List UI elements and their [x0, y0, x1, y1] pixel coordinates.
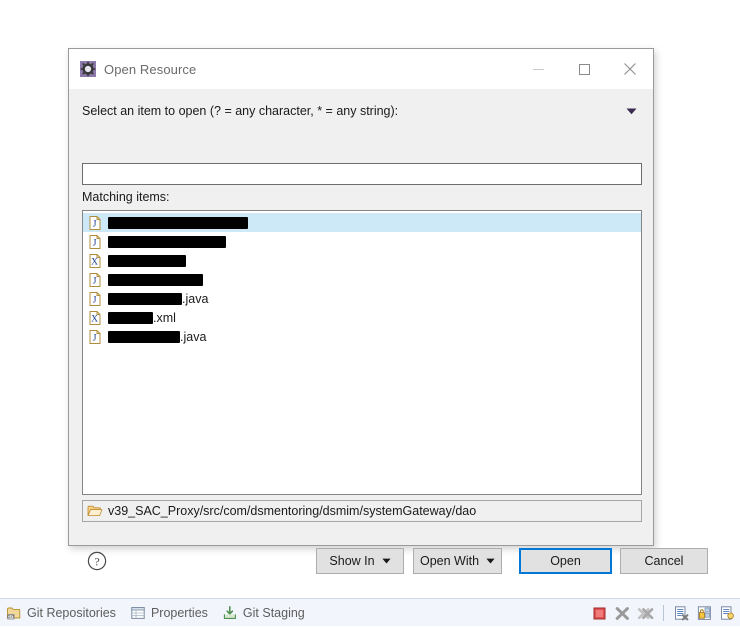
list-item[interactable]: X .xml: [83, 308, 641, 327]
prompt-row: Select an item to open (? = any characte…: [82, 101, 640, 121]
open-resource-dialog: Open Resource Select an item to open (? …: [68, 48, 708, 574]
list-item-suffix: .java: [180, 329, 207, 344]
list-item[interactable]: J: [83, 213, 641, 232]
minimize-button[interactable]: [515, 49, 561, 89]
java-file-icon: J: [89, 272, 101, 287]
list-item-suffix: .xml: [153, 310, 176, 325]
list-item-label: [108, 235, 226, 248]
minimize-icon: [532, 68, 544, 70]
list-item[interactable]: J: [83, 232, 641, 251]
java-file-icon: J: [89, 329, 101, 344]
list-item-label: [108, 273, 203, 286]
svg-text:J: J: [93, 238, 97, 248]
remove-console-icon[interactable]: [673, 605, 690, 622]
resource-gear-icon: [80, 61, 96, 77]
view-tab-label: Git Repositories: [27, 605, 116, 620]
list-item-label: .xml: [108, 311, 176, 325]
cancel-label: Cancel: [644, 554, 684, 568]
chevron-down-icon: [626, 108, 636, 114]
view-tab-properties[interactable]: Properties: [130, 605, 208, 621]
redacted-filename: [108, 273, 203, 286]
view-tab-list: GIT Git Repositories Properties Git Staging: [0, 599, 305, 627]
svg-text:?: ?: [94, 556, 99, 568]
git-repositories-icon: GIT: [7, 607, 21, 619]
close-icon: [624, 63, 636, 75]
open-folder-icon: [87, 505, 103, 516]
matching-items-list[interactable]: J J X J J .java X .xml J .java: [82, 210, 642, 495]
redacted-filename: [108, 235, 226, 248]
cancel-button[interactable]: Cancel: [620, 548, 708, 574]
svg-text:J: J: [93, 295, 97, 305]
prompt-label: Select an item to open (? = any characte…: [82, 104, 399, 118]
console-toolbar: [591, 599, 736, 627]
list-item[interactable]: J: [83, 270, 641, 289]
view-tab-git-repositories[interactable]: GIT Git Repositories: [6, 605, 116, 621]
redacted-filename: [108, 292, 182, 305]
redacted-filename: [108, 330, 180, 343]
selected-resource-path: v39_SAC_Proxy/src/com/dsmentoring/dsmim/…: [82, 500, 642, 522]
window-controls: [515, 49, 653, 89]
java-file-icon: J: [89, 234, 101, 249]
list-item[interactable]: X: [83, 251, 641, 270]
git-staging-icon: [223, 605, 236, 619]
redacted-filename: [108, 216, 248, 229]
java-file-icon: J: [89, 291, 101, 306]
history-dropdown-button[interactable]: [624, 104, 638, 118]
toolbar-divider: [663, 605, 664, 621]
view-tab-label: Git Staging: [242, 605, 305, 620]
show-in-label: Show In: [329, 554, 375, 568]
open-button[interactable]: Open: [519, 548, 612, 574]
search-input[interactable]: [82, 163, 642, 185]
svg-text:GIT: GIT: [7, 614, 14, 619]
list-item-label: [108, 254, 186, 267]
remove-all-terminated-icon[interactable]: [637, 605, 654, 622]
help-button[interactable]: ?: [87, 551, 107, 571]
dialog-titlebar[interactable]: Open Resource: [69, 49, 653, 89]
bottom-view-bar: GIT Git Repositories Properties Git Staging: [0, 598, 740, 626]
chevron-down-icon: [486, 558, 495, 564]
open-label: Open: [550, 554, 581, 568]
svg-text:J: J: [93, 219, 97, 229]
list-item-suffix: .java: [182, 291, 209, 306]
remove-launch-icon[interactable]: [614, 605, 631, 622]
xml-file-icon: X: [89, 310, 101, 325]
list-item[interactable]: J .java: [83, 327, 641, 346]
pin-console-icon[interactable]: [696, 605, 713, 622]
xml-file-icon: X: [89, 253, 101, 268]
list-item[interactable]: J .java: [83, 289, 641, 308]
close-button[interactable]: [607, 49, 653, 89]
list-item-label: .java: [108, 292, 208, 306]
maximize-button[interactable]: [561, 49, 607, 89]
list-item-label: [108, 216, 248, 229]
dialog-button-row: ? Show In Open With Open Cancel: [69, 541, 708, 574]
view-tab-git-staging[interactable]: Git Staging: [222, 605, 305, 621]
maximize-icon: [578, 63, 590, 75]
redacted-filename: [108, 311, 153, 324]
open-with-label: Open With: [419, 554, 480, 568]
list-item-label: .java: [108, 330, 206, 344]
chevron-down-icon: [381, 558, 391, 564]
svg-text:X: X: [91, 314, 98, 324]
java-file-icon: J: [89, 215, 101, 230]
dialog-body: Select an item to open (? = any characte…: [69, 89, 708, 574]
path-text: v39_SAC_Proxy/src/com/dsmentoring/dsmim/…: [108, 504, 477, 518]
redacted-filename: [108, 254, 186, 267]
open-console-icon[interactable]: [719, 605, 736, 622]
terminate-icon[interactable]: [591, 605, 608, 622]
properties-icon: [131, 606, 145, 619]
help-circle-icon: ?: [87, 551, 107, 571]
svg-text:J: J: [93, 276, 97, 286]
svg-text:X: X: [91, 257, 98, 267]
matching-items-label: Matching items:: [82, 190, 170, 204]
dialog-title: Open Resource: [104, 61, 197, 77]
open-with-button[interactable]: Open With: [413, 548, 502, 574]
view-tab-label: Properties: [150, 605, 208, 620]
show-in-button[interactable]: Show In: [316, 548, 404, 574]
svg-text:J: J: [93, 333, 97, 343]
